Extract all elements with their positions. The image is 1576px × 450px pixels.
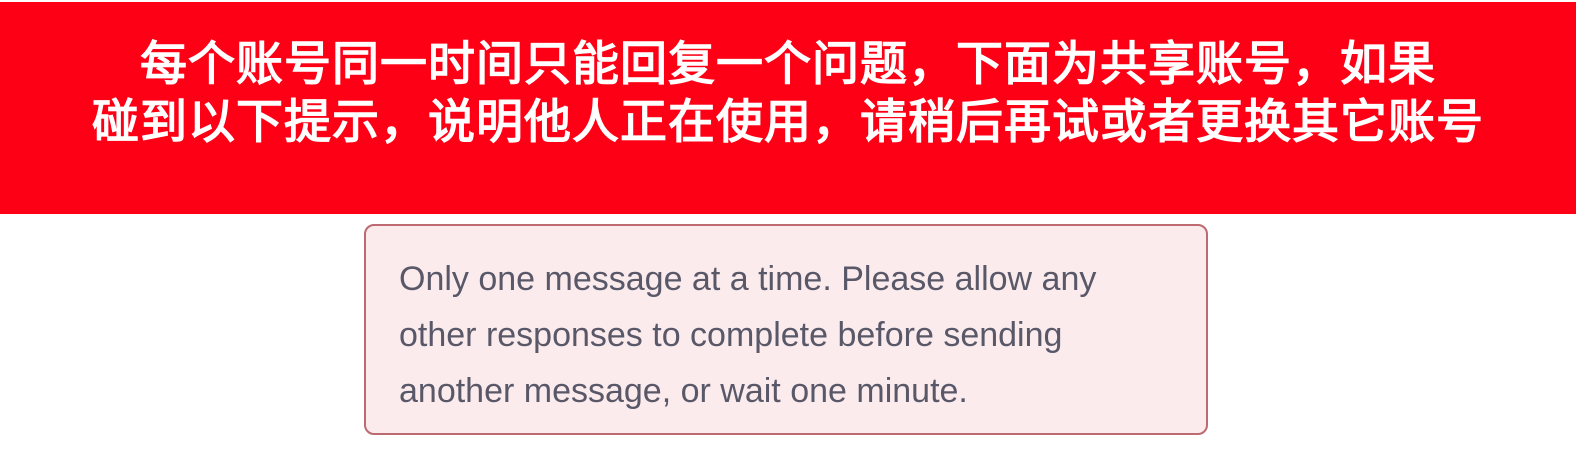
banner-line-2: 碰到以下提示，说明他人正在使用，请稍后再试或者更换其它账号 [92,95,1484,150]
banner-line-1: 每个账号同一时间只能回复一个问题，下面为共享账号，如果 [140,37,1436,92]
error-message-line-1: Only one message at a time. Please allow… [399,260,1097,298]
rate-limit-error-message: Only one message at a time. Please allow… [364,224,1208,435]
notice-banner: 每个账号同一时间只能回复一个问题，下面为共享账号，如果 碰到以下提示，说明他人正… [0,2,1576,214]
error-message-line-3: another message, or wait one minute. [399,372,968,410]
error-message-line-2: other responses to complete before sendi… [399,316,1063,354]
